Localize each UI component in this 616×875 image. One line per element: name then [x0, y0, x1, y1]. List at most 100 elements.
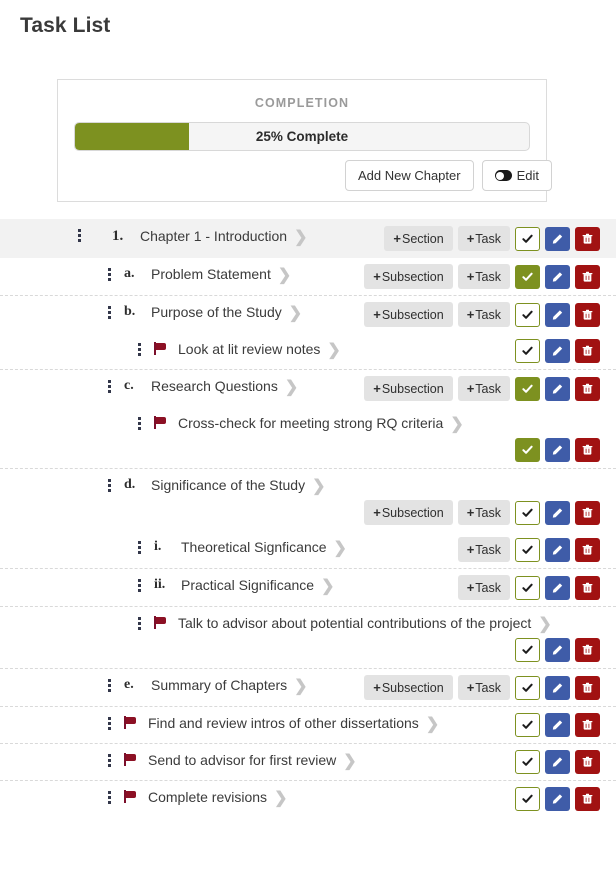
expand-chevron-icon[interactable]: ❯	[426, 716, 439, 734]
row-marker: a.	[124, 266, 135, 281]
row-title-text: Significance of the Study	[151, 477, 306, 493]
drag-handle-icon[interactable]	[138, 579, 142, 595]
expand-chevron-icon[interactable]: ❯	[285, 379, 298, 397]
row-marker: 1.	[112, 228, 124, 244]
add-task-button[interactable]: +Task	[457, 500, 510, 525]
drag-handle-icon[interactable]	[108, 306, 112, 322]
edit-row-button[interactable]	[545, 264, 570, 289]
expand-chevron-icon[interactable]: ❯	[274, 790, 287, 808]
add-task-button[interactable]: +Task	[457, 226, 510, 251]
add-task-button[interactable]: +Task	[457, 675, 510, 700]
complete-checkbox-button[interactable]	[515, 675, 540, 700]
drag-handle-icon[interactable]	[108, 479, 112, 495]
row-title-text: Find and review intros of other disserta…	[148, 715, 419, 731]
add-subsection-button[interactable]: +Subsection	[364, 376, 453, 401]
edit-row-button[interactable]	[545, 438, 570, 462]
add-task-button[interactable]: +Task	[457, 302, 510, 327]
complete-checkbox-button[interactable]	[515, 376, 540, 401]
edit-row-button[interactable]	[545, 575, 570, 600]
edit-row-button[interactable]	[545, 638, 570, 662]
row-title: Significance of the Study ❯	[151, 476, 600, 496]
expand-chevron-icon[interactable]: ❯	[294, 678, 307, 696]
drag-handle-icon[interactable]	[108, 380, 112, 396]
delete-row-button[interactable]	[575, 376, 600, 401]
add-subsection-button[interactable]: +Subsection	[364, 675, 453, 700]
expand-chevron-icon[interactable]: ❯	[278, 267, 291, 285]
row-title: Chapter 1 - Introduction ❯	[140, 227, 376, 247]
add-task-button[interactable]: +Task	[457, 264, 510, 289]
drag-handle-icon[interactable]	[138, 417, 142, 433]
section-row: e. Summary of Chapters ❯ +Subsection +Task	[0, 668, 616, 706]
add-subsection-button[interactable]: +Subsection	[364, 302, 453, 327]
add-section-button[interactable]: +Section	[384, 226, 453, 251]
delete-row-button[interactable]	[575, 438, 600, 462]
edit-row-button[interactable]	[545, 302, 570, 327]
add-button-label: Task	[475, 506, 501, 520]
delete-row-button[interactable]	[575, 264, 600, 289]
expand-chevron-icon[interactable]: ❯	[321, 578, 334, 596]
delete-row-button[interactable]	[575, 638, 600, 662]
complete-checkbox-button[interactable]	[515, 339, 540, 363]
delete-row-button[interactable]	[575, 750, 600, 774]
edit-row-button[interactable]	[545, 226, 570, 251]
drag-handle-icon[interactable]	[108, 791, 112, 807]
complete-checkbox-button[interactable]	[515, 713, 540, 737]
add-new-chapter-button[interactable]: Add New Chapter	[344, 160, 474, 191]
expand-chevron-icon[interactable]: ❯	[450, 416, 463, 434]
edit-row-button[interactable]	[545, 750, 570, 774]
complete-checkbox-button[interactable]	[515, 750, 540, 774]
delete-row-button[interactable]	[575, 226, 600, 251]
complete-checkbox-button[interactable]	[515, 438, 540, 462]
row-title: Send to advisor for first review ❯	[148, 751, 507, 771]
edit-row-button[interactable]	[545, 787, 570, 811]
edit-row-button[interactable]	[545, 537, 570, 562]
edit-row-button[interactable]	[545, 675, 570, 700]
expand-chevron-icon[interactable]: ❯	[294, 229, 307, 247]
flag-icon	[154, 342, 168, 356]
edit-row-button[interactable]	[545, 339, 570, 363]
complete-checkbox-button[interactable]	[515, 787, 540, 811]
add-subsection-button[interactable]: +Subsection	[364, 500, 453, 525]
complete-checkbox-button[interactable]	[515, 575, 540, 600]
delete-row-button[interactable]	[575, 713, 600, 737]
drag-handle-icon[interactable]	[108, 268, 112, 284]
add-task-button[interactable]: +Task	[457, 537, 510, 562]
delete-row-button[interactable]	[575, 537, 600, 562]
add-task-button[interactable]: +Task	[457, 376, 510, 401]
complete-checkbox-button[interactable]	[515, 638, 540, 662]
delete-row-button[interactable]	[575, 302, 600, 327]
drag-handle-icon[interactable]	[108, 754, 112, 770]
drag-handle-icon[interactable]	[138, 541, 142, 557]
delete-row-button[interactable]	[575, 675, 600, 700]
edit-row-button[interactable]	[545, 500, 570, 525]
delete-row-button[interactable]	[575, 575, 600, 600]
complete-checkbox-button[interactable]	[515, 500, 540, 525]
complete-checkbox-button[interactable]	[515, 537, 540, 562]
section-row: c. Research Questions ❯ +Subsection +Task	[0, 369, 616, 407]
drag-handle-icon[interactable]	[108, 717, 112, 733]
edit-row-button[interactable]	[545, 713, 570, 737]
row-title: Find and review intros of other disserta…	[148, 714, 507, 734]
drag-handle-icon[interactable]	[138, 343, 142, 359]
expand-chevron-icon[interactable]: ❯	[343, 753, 356, 771]
complete-checkbox-button[interactable]	[515, 302, 540, 327]
delete-row-button[interactable]	[575, 339, 600, 363]
delete-row-button[interactable]	[575, 500, 600, 525]
expand-chevron-icon[interactable]: ❯	[538, 616, 551, 634]
completion-label: COMPLETION	[254, 96, 350, 110]
add-subsection-button[interactable]: +Subsection	[364, 264, 453, 289]
expand-chevron-icon[interactable]: ❯	[312, 478, 325, 496]
complete-checkbox-button[interactable]	[515, 264, 540, 289]
expand-chevron-icon[interactable]: ❯	[334, 540, 347, 558]
expand-chevron-icon[interactable]: ❯	[327, 342, 340, 360]
complete-checkbox-button[interactable]	[515, 226, 540, 251]
add-task-button[interactable]: +Task	[457, 575, 510, 600]
delete-row-button[interactable]	[575, 787, 600, 811]
expand-chevron-icon[interactable]: ❯	[289, 305, 302, 323]
edit-toggle-button[interactable]: Edit	[481, 160, 552, 191]
edit-row-button[interactable]	[545, 376, 570, 401]
add-button-label: Task	[475, 543, 501, 557]
drag-handle-icon[interactable]	[138, 617, 142, 633]
row-actions	[515, 750, 600, 774]
drag-handle-icon[interactable]	[108, 679, 112, 695]
